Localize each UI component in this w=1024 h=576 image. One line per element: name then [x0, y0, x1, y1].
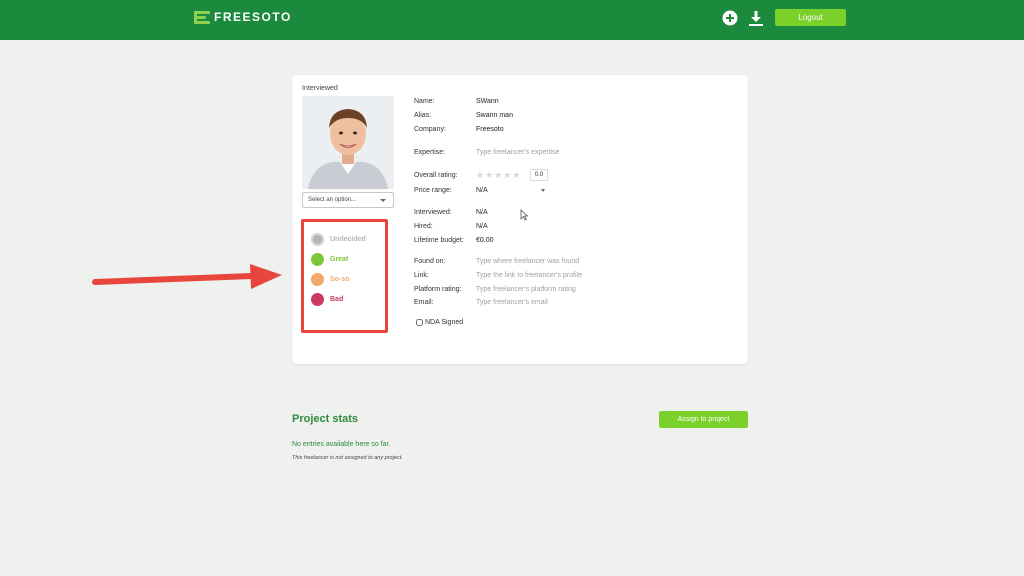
- star-icon[interactable]: ★: [485, 171, 493, 180]
- freesoto-logo[interactable]: FREESOTO: [194, 10, 292, 24]
- rating-option-great[interactable]: Great: [311, 253, 348, 266]
- lifetime-budget-label: Lifetime budget:: [414, 237, 464, 244]
- option-select[interactable]: Select an option...: [302, 192, 394, 208]
- company-label: Company:: [414, 126, 446, 133]
- nda-signed-checkbox[interactable]: NDA Signed: [416, 319, 463, 326]
- email-label: Email:: [414, 299, 434, 306]
- lifetime-budget-value: €0.00: [476, 237, 494, 244]
- chevron-down-icon[interactable]: [541, 189, 545, 192]
- expertise-field[interactable]: Type freelancer's expertise: [476, 149, 559, 156]
- rating-option-undecided[interactable]: Undecided: [311, 233, 366, 246]
- found-on-field[interactable]: Type where freelancer was found: [476, 258, 579, 265]
- price-range-value[interactable]: N/A: [476, 187, 488, 194]
- overall-rating-value: 0.0: [530, 169, 548, 181]
- option-select-value: Select an option...: [308, 197, 357, 203]
- rating-option-bad[interactable]: Bad: [311, 293, 343, 306]
- rating-label-great: Great: [330, 256, 349, 263]
- top-nav-bar: FREESOTO Logout: [0, 0, 1024, 40]
- nda-checkbox-input[interactable]: [416, 319, 423, 326]
- company-value[interactable]: Freesoto: [476, 126, 504, 133]
- rating-label-undecided: Undecided: [330, 236, 366, 243]
- link-label: Link:: [414, 272, 429, 279]
- platform-rating-field[interactable]: Type freelancer's platform rating: [476, 286, 576, 293]
- status-title: Interviewed: [302, 85, 338, 92]
- rating-option-so-so[interactable]: So-so: [311, 273, 349, 286]
- avatar: [302, 96, 394, 189]
- star-icon[interactable]: ★: [512, 171, 520, 180]
- download-icon[interactable]: [748, 10, 764, 26]
- star-rating[interactable]: ★ ★ ★ ★ ★: [476, 171, 520, 180]
- rating-label-so-so: So-so: [330, 276, 350, 283]
- logo-mark-icon: [194, 10, 210, 24]
- project-stats-title: Project stats: [292, 413, 359, 425]
- logout-button[interactable]: Logout: [775, 9, 846, 26]
- found-on-label: Found on:: [414, 258, 446, 265]
- interviewed-label: Interviewed:: [414, 209, 452, 216]
- star-icon[interactable]: ★: [476, 171, 484, 180]
- nda-label: NDA Signed: [425, 319, 464, 326]
- mouse-cursor-icon: [520, 209, 528, 221]
- green-dot-icon: [311, 253, 324, 266]
- price-range-label: Price range:: [414, 187, 452, 194]
- gray-dot-icon: [311, 233, 324, 246]
- not-assigned-text: This freelancer is not assigned to any p…: [292, 455, 403, 461]
- interviewed-value: N/A: [476, 209, 488, 216]
- chevron-down-icon: [380, 199, 386, 202]
- assign-to-project-button[interactable]: Assign to project: [659, 411, 748, 428]
- alias-value[interactable]: Swann man: [476, 112, 513, 119]
- star-icon[interactable]: ★: [503, 171, 511, 180]
- star-icon[interactable]: ★: [494, 171, 502, 180]
- name-label: Name:: [414, 98, 435, 105]
- link-field[interactable]: Type the link to freelancer's profile: [476, 272, 582, 279]
- name-value[interactable]: SWann: [476, 98, 499, 105]
- expertise-label: Expertise:: [414, 149, 446, 156]
- hired-value: N/A: [476, 223, 488, 230]
- red-dot-icon: [311, 293, 324, 306]
- rating-label-bad: Bad: [330, 296, 344, 303]
- brand-name: FREESOTO: [214, 10, 292, 24]
- hired-label: Hired:: [414, 223, 433, 230]
- overall-rating-label: Overall rating:: [414, 172, 458, 179]
- platform-rating-label: Platform rating:: [414, 286, 462, 293]
- plus-circle-icon[interactable]: [722, 10, 738, 26]
- no-entries-text: No entries available here so far.: [292, 441, 391, 448]
- orange-dot-icon: [311, 273, 324, 286]
- email-field[interactable]: Type freelancer's email: [476, 299, 548, 306]
- alias-label: Alias:: [414, 112, 432, 119]
- red-arrow-icon: [92, 264, 282, 289]
- interview-rating-options: Undecided Great So-so Bad: [301, 219, 388, 333]
